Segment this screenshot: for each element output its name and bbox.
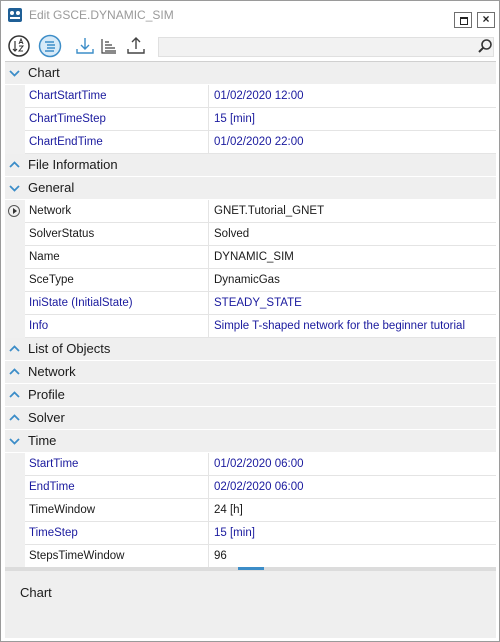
chevron-up-icon[interactable] <box>8 159 21 171</box>
app-logo-icon <box>8 8 22 22</box>
property-row-info[interactable]: Info Simple T-shaped network for the begi… <box>25 315 496 338</box>
property-grid: Chart ChartStartTime 01/02/2020 12:00 Chart… <box>5 61 496 568</box>
category-solver[interactable]: Solver <box>5 407 496 430</box>
category-label: Chart <box>28 65 60 80</box>
property-name: IniState (InitialState) <box>25 292 209 314</box>
property-value[interactable]: DynamicGas <box>210 269 280 291</box>
categorize-button[interactable] <box>38 34 62 58</box>
splitter-handle[interactable] <box>238 567 264 570</box>
chevron-down-icon[interactable] <box>8 435 21 447</box>
upload-icon <box>127 37 145 54</box>
chevron-down-icon[interactable] <box>8 182 21 194</box>
property-name: ChartStartTime <box>25 85 209 107</box>
property-value[interactable]: Simple T-shaped network for the beginner… <box>210 315 465 337</box>
property-name: Info <box>25 315 209 337</box>
property-row-stepstimewindow[interactable]: StepsTimeWindow 96 <box>25 545 496 568</box>
close-button[interactable]: × <box>477 12 495 28</box>
navigate-arrow-icon[interactable] <box>8 205 20 217</box>
category-label: Network <box>28 364 76 379</box>
property-value[interactable]: 01/02/2020 22:00 <box>210 131 304 153</box>
property-row-charttimestep[interactable]: ChartTimeStep 15 [min] <box>25 108 496 131</box>
property-value[interactable]: 96 <box>210 545 227 567</box>
category-label: Profile <box>28 387 65 402</box>
property-row-chartstarttime[interactable]: ChartStartTime 01/02/2020 12:00 <box>25 85 496 108</box>
category-chart[interactable]: Chart <box>5 62 496 85</box>
property-value[interactable]: 24 [h] <box>210 499 243 521</box>
property-name: ChartEndTime <box>25 131 209 153</box>
restore-icon <box>460 17 468 25</box>
category-list-of-objects[interactable]: List of Objects <box>5 338 496 361</box>
list-view-button[interactable] <box>97 34 121 58</box>
chevron-up-icon[interactable] <box>8 389 21 401</box>
edit-window: Edit GSCE.DYNAMIC_SIM × Chart ChartStart… <box>0 0 500 642</box>
property-row-network[interactable]: Network GNET.Tutorial_GNET <box>8 200 496 223</box>
search-icon[interactable] <box>477 38 493 54</box>
property-value[interactable]: Solved <box>210 223 249 245</box>
property-value[interactable]: STEADY_STATE <box>210 292 302 314</box>
property-row-starttime[interactable]: StartTime 01/02/2020 06:00 <box>25 453 496 476</box>
restore-button[interactable] <box>454 12 472 28</box>
category-profile[interactable]: Profile <box>5 384 496 407</box>
property-name: TimeWindow <box>25 499 209 521</box>
property-name: EndTime <box>25 476 209 498</box>
row-gutter <box>5 62 25 568</box>
property-name: Network <box>25 200 209 222</box>
close-icon: × <box>482 12 490 26</box>
import-button[interactable] <box>73 34 97 58</box>
export-button[interactable] <box>124 34 148 58</box>
property-value[interactable]: 01/02/2020 12:00 <box>210 85 304 107</box>
chevron-up-icon[interactable] <box>8 412 21 424</box>
download-icon <box>76 38 94 54</box>
property-name: StepsTimeWindow <box>25 545 209 567</box>
property-row-timewindow[interactable]: TimeWindow 24 [h] <box>25 499 496 522</box>
property-value[interactable]: GNET.Tutorial_GNET <box>210 200 324 222</box>
category-label: Time <box>28 433 57 448</box>
property-name: Name <box>25 246 209 268</box>
category-label: Solver <box>28 410 65 425</box>
property-row-timestep[interactable]: TimeStep 15 [min] <box>25 522 496 545</box>
description-title: Chart <box>20 585 52 600</box>
property-name: SolverStatus <box>25 223 209 245</box>
property-name: ChartTimeStep <box>25 108 209 130</box>
description-panel: Chart <box>5 571 496 638</box>
chevron-up-icon[interactable] <box>8 366 21 378</box>
toolbar <box>1 32 499 60</box>
search-input[interactable] <box>158 37 494 57</box>
categorize-icon <box>38 34 62 58</box>
category-label: General <box>28 180 75 195</box>
property-row-chartendtime[interactable]: ChartEndTime 01/02/2020 22:00 <box>25 131 496 154</box>
chevron-down-icon[interactable] <box>8 67 21 79</box>
property-row-name[interactable]: Name DYNAMIC_SIM <box>25 246 496 269</box>
property-value[interactable]: DYNAMIC_SIM <box>210 246 294 268</box>
property-name: SceType <box>25 269 209 291</box>
property-row-solverstatus[interactable]: SolverStatus Solved <box>25 223 496 246</box>
category-label: File Information <box>28 157 118 172</box>
property-value[interactable]: 02/02/2020 06:00 <box>210 476 304 498</box>
category-general[interactable]: General <box>5 177 496 200</box>
property-row-inistate-initialstate[interactable]: IniState (InitialState) STEADY_STATE <box>25 292 496 315</box>
property-value[interactable]: 15 [min] <box>210 108 255 130</box>
property-row-endtime[interactable]: EndTime 02/02/2020 06:00 <box>25 476 496 499</box>
category-file-information[interactable]: File Information <box>5 154 496 177</box>
category-network[interactable]: Network <box>5 361 496 384</box>
list-icon <box>101 39 116 54</box>
window-title: Edit GSCE.DYNAMIC_SIM <box>29 8 174 22</box>
property-value[interactable]: 01/02/2020 06:00 <box>210 453 304 475</box>
sort-az-icon <box>8 35 30 57</box>
property-value[interactable]: 15 [min] <box>210 522 255 544</box>
category-time[interactable]: Time <box>5 430 496 453</box>
property-name: StartTime <box>25 453 209 475</box>
property-row-scetype[interactable]: SceType DynamicGas <box>25 269 496 292</box>
property-name: TimeStep <box>25 522 209 544</box>
chevron-up-icon[interactable] <box>8 343 21 355</box>
category-label: List of Objects <box>28 341 111 356</box>
title-bar: Edit GSCE.DYNAMIC_SIM × <box>1 1 499 31</box>
sort-alphabetical-button[interactable] <box>7 34 31 58</box>
